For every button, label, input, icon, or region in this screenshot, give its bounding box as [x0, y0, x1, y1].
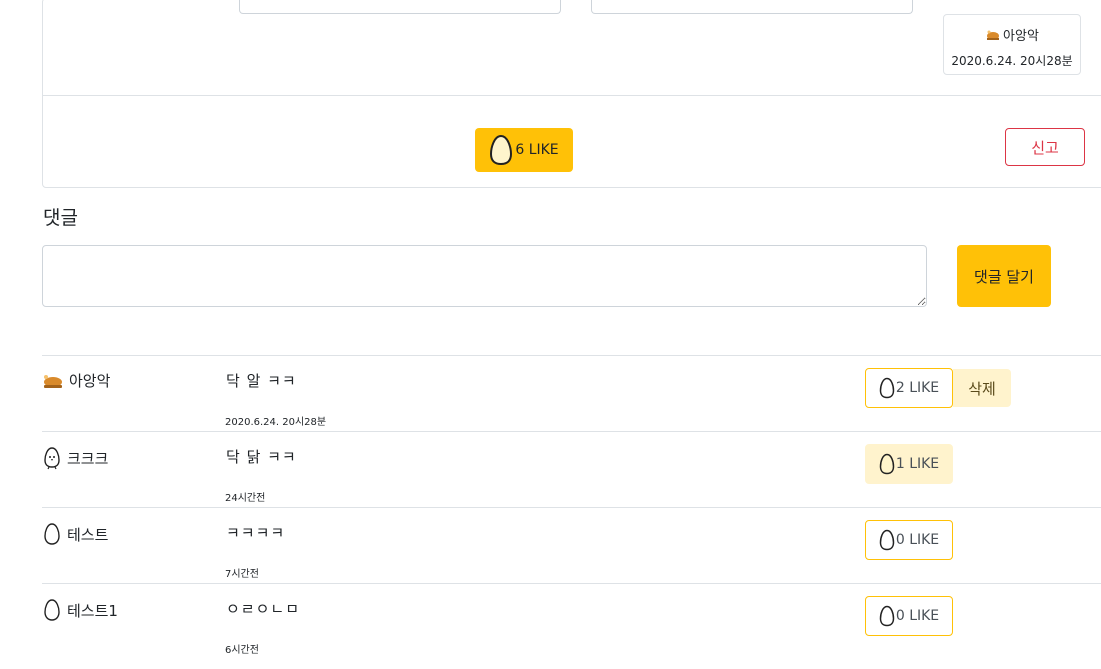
comment-text: 닥 닭 ㅋㅋ [226, 448, 297, 466]
comment-divider [42, 507, 1101, 508]
chicken-icon [42, 373, 64, 389]
report-button[interactable]: 신고 [1005, 128, 1085, 166]
comment-author-name: 아앙악 [69, 372, 111, 390]
comments-heading: 댓글 [43, 207, 78, 229]
comment-author: 테스트 [42, 522, 108, 546]
comment-time: 7시간전 [225, 569, 259, 580]
comment-author: 크크크 [42, 446, 108, 470]
egg-icon [879, 377, 895, 399]
egg-icon [879, 453, 895, 475]
comment-time: 24시간전 [225, 493, 266, 504]
comment-author-name: 테스트 [67, 525, 109, 544]
comment-like-button[interactable]: 2 LIKE [865, 368, 953, 408]
post-field-left[interactable] [239, 0, 561, 14]
comment-input[interactable] [42, 245, 927, 307]
comment-like-button[interactable]: 0 LIKE [865, 520, 953, 560]
post-author-name: 아앙악 [1003, 29, 1039, 44]
comment-divider [42, 583, 1101, 584]
comment-time: 2020.6.24. 20시28분 [225, 417, 327, 428]
egg-icon [879, 605, 895, 627]
comment-like-label: 2 LIKE [895, 380, 940, 396]
comment-author: 테스트1 [42, 598, 118, 622]
comment-submit-button[interactable]: 댓글 달기 [957, 245, 1051, 307]
egg-icon [879, 529, 895, 551]
chick-icon [42, 446, 62, 470]
comment-like-label: 0 LIKE [895, 532, 940, 548]
chicken-icon [985, 29, 1001, 41]
comment-divider [42, 431, 1101, 432]
comment-text: ㅇㄹㅇㄴㅁ [226, 600, 301, 618]
comment-divider [42, 355, 1101, 356]
comment-text: ㅋㅋㅋㅋ [226, 524, 286, 542]
egg-icon [42, 522, 62, 546]
post-like-button[interactable]: 6 LIKE [475, 128, 573, 172]
comment-time: 6시간전 [225, 645, 259, 656]
post-like-label: 6 LIKE [515, 142, 559, 158]
comment-author: 아앙악 [42, 370, 110, 391]
comment-text: 닥 알 ㅋㅋ [226, 372, 297, 390]
post-date: 2020.6.24. 20시28분 [951, 54, 1073, 68]
comment-author-name: 크크크 [67, 449, 109, 468]
comment-like-label: 1 LIKE [895, 456, 940, 472]
post-author-box: 아앙악 2020.6.24. 20시28분 [943, 14, 1081, 75]
divider [42, 95, 1101, 96]
egg-icon [489, 134, 513, 166]
comment-like-button[interactable]: 0 LIKE [865, 596, 953, 636]
comment-like-button[interactable]: 1 LIKE [865, 444, 953, 484]
comment-author-name: 테스트1 [67, 601, 118, 620]
comment-delete-button[interactable]: 삭제 [953, 369, 1011, 407]
post-field-right[interactable] [591, 0, 913, 14]
comment-like-label: 0 LIKE [895, 608, 940, 624]
egg-icon [42, 598, 62, 622]
